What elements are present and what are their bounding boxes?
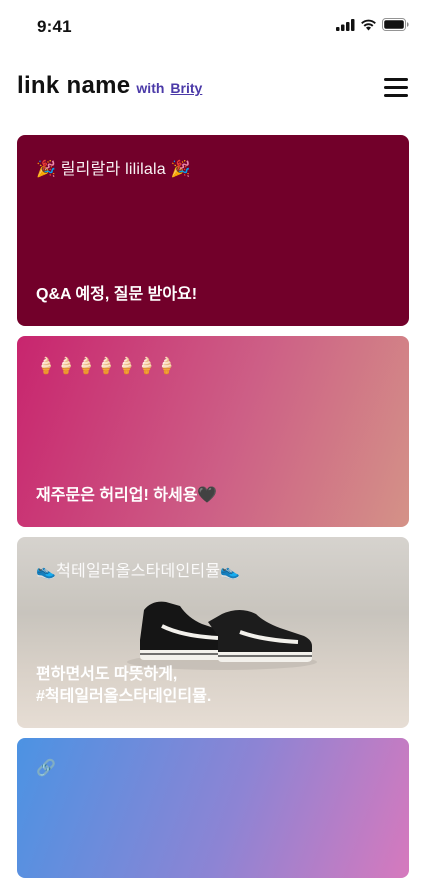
link-card-link[interactable]: 🔗 <box>17 738 409 878</box>
page-title: link name <box>17 72 131 99</box>
wifi-icon <box>361 19 376 30</box>
card-description: Q&A 예정, 질문 받아요! <box>36 286 198 303</box>
battery-icon <box>382 18 409 31</box>
link-card-sneakers[interactable]: 👟척테일러올스타데인티뮬👟 편하면서도 따뜻하게, #척테일러올스타데인티뮬. <box>17 537 409 728</box>
status-time: 9:41 <box>37 17 72 36</box>
card-description: 편하면서도 따뜻하게, #척테일러올스타데인티뮬. <box>36 666 212 705</box>
link-card-lililala[interactable]: 🎉 릴리랄라 lililala 🎉 Q&A 예정, 질문 받아요! <box>17 135 409 326</box>
card-title: 🎉 릴리랄라 lililala 🎉 <box>36 161 191 178</box>
hamburger-menu-button[interactable] <box>382 76 410 100</box>
link-card-icecream[interactable]: 🍦🍦🍦🍦🍦🍦🍦 재주문은 허리업! 하세용🖤 <box>17 336 409 527</box>
hamburger-menu-icon <box>384 78 408 81</box>
brity-link[interactable]: Brity <box>170 80 202 96</box>
hamburger-menu-icon <box>384 86 408 89</box>
link-card-list: 🎉 릴리랄라 lililala 🎉 Q&A 예정, 질문 받아요! 🍦🍦🍦🍦🍦🍦… <box>17 135 409 888</box>
brand-with-label: with <box>136 80 165 96</box>
card-description: 재주문은 허리업! 하세용🖤 <box>36 487 218 504</box>
card-title: 🍦🍦🍦🍦🍦🍦🍦 <box>36 358 177 375</box>
card-title: 🔗 <box>36 760 57 777</box>
brand: link name with Brity <box>17 72 202 100</box>
hamburger-menu-icon <box>384 94 408 97</box>
status-icons <box>336 18 409 31</box>
sneakers-image <box>127 601 317 670</box>
header: link name with Brity <box>17 70 410 110</box>
signal-icon <box>336 18 355 31</box>
card-title: 👟척테일러올스타데인티뮬👟 <box>36 563 241 580</box>
status-bar: 9:41 <box>0 0 427 54</box>
